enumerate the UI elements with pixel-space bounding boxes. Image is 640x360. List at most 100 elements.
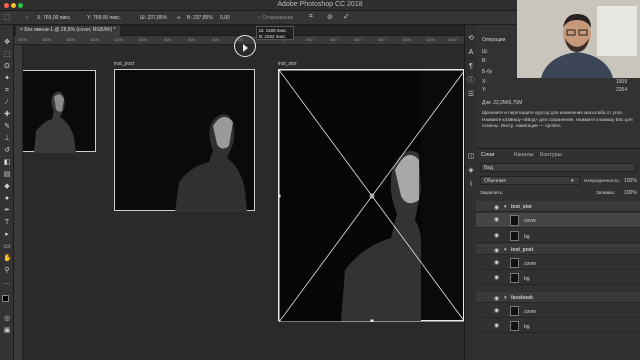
info-icon[interactable]: ⓘ bbox=[467, 77, 475, 85]
opacity-label: Непрозрачность: bbox=[584, 178, 621, 183]
zoom-tool-icon[interactable]: ⚲ bbox=[3, 267, 11, 275]
stamp-tool-icon[interactable]: ⊥ bbox=[3, 135, 11, 143]
properties-icon[interactable]: ☰ bbox=[467, 91, 475, 99]
layers-icon[interactable]: ◫ bbox=[467, 153, 475, 161]
layer-row[interactable]: ◉ bg bbox=[476, 319, 640, 333]
visibility-eye-icon[interactable]: ◉ bbox=[494, 247, 499, 254]
height-label: В: bbox=[482, 58, 487, 64]
height-field[interactable]: В: 237,85% bbox=[187, 15, 213, 21]
document-tab-label: Без имени-1 @ 28,6% (cover, RGB/8#) * bbox=[24, 27, 116, 33]
y-field[interactable]: Y: 769,00 пикс. bbox=[87, 15, 121, 21]
brush-tool-icon[interactable]: ✎ bbox=[3, 123, 11, 131]
healing-brush-tool-icon[interactable]: ✚ bbox=[3, 111, 11, 119]
visibility-eye-icon[interactable]: ◉ bbox=[494, 322, 499, 329]
dodge-tool-icon[interactable]: ● bbox=[3, 195, 11, 203]
layer-row[interactable]: ◉ bg bbox=[476, 271, 640, 285]
ruler-label: 2000 bbox=[18, 37, 27, 42]
expand-chevron-icon[interactable]: ▾ bbox=[504, 247, 507, 253]
artboard-facebook[interactable] bbox=[23, 70, 96, 153]
layer-filter[interactable]: Вид bbox=[480, 163, 636, 172]
layer-thumbnail bbox=[510, 273, 519, 283]
document-size: Док: 22,2M/6,75M bbox=[482, 100, 523, 106]
foreground-color-swatch[interactable] bbox=[2, 295, 9, 302]
expand-chevron-icon[interactable]: ▾ bbox=[504, 204, 507, 210]
document-tab[interactable]: × Без имени-1 @ 28,6% (cover, RGB/8#) * bbox=[16, 26, 120, 36]
lasso-tool-icon[interactable]: ʘ bbox=[3, 63, 11, 71]
layer-group-row[interactable]: ◉ ▾ facebook bbox=[476, 292, 640, 303]
tooltip-height: В: 2262 пикс. bbox=[259, 33, 287, 39]
layer-row[interactable]: ◉ cover bbox=[476, 256, 640, 270]
gradient-tool-icon[interactable]: ▤ bbox=[3, 171, 11, 179]
vertical-ruler[interactable] bbox=[14, 45, 23, 360]
ruler-label: 200 bbox=[306, 37, 313, 42]
pen-tool-icon[interactable]: ✒ bbox=[3, 207, 11, 215]
magic-wand-tool-icon[interactable]: ✦ bbox=[3, 75, 11, 83]
transform-hint: Щелкните и перетащите курсор для изменен… bbox=[482, 110, 633, 128]
fill-field[interactable]: 100% bbox=[624, 190, 637, 196]
history-icon[interactable]: ⟲ bbox=[467, 35, 475, 43]
crop-tool-icon[interactable]: ⌗ bbox=[3, 87, 11, 95]
visibility-eye-icon[interactable]: ◉ bbox=[494, 295, 499, 302]
screen-mode-icon[interactable]: ▣ bbox=[3, 327, 11, 335]
x-field[interactable]: X: 769,00 пикс. bbox=[37, 15, 71, 21]
transform-tool-icon[interactable]: ⬚ bbox=[4, 13, 11, 21]
visibility-eye-icon[interactable]: ◉ bbox=[494, 307, 499, 314]
layer-row-selected[interactable]: ◉ cover bbox=[476, 213, 640, 228]
collapsed-panels-strip: ⟲ A ¶ ⓘ ☰ ◫ ◈ ⌇ bbox=[464, 25, 476, 360]
link-icon[interactable]: ∞ bbox=[177, 15, 181, 21]
history-brush-tool-icon[interactable]: ↺ bbox=[3, 147, 11, 155]
artboard-inst-post[interactable] bbox=[114, 69, 255, 212]
paragraph-icon[interactable]: ¶ bbox=[467, 63, 475, 71]
ruler-label: 800 bbox=[378, 37, 385, 42]
tab-paths[interactable]: Контуры bbox=[540, 152, 562, 158]
move-tool-icon[interactable]: ✥ bbox=[3, 39, 11, 47]
width-field[interactable]: Ш: 237,85% bbox=[140, 15, 167, 21]
ruler-label: 1400 bbox=[90, 37, 99, 42]
eyedropper-tool-icon[interactable]: ⁄ bbox=[3, 99, 11, 107]
expand-chevron-icon[interactable]: ▾ bbox=[504, 295, 507, 301]
artboard-inst-stor[interactable] bbox=[277, 68, 464, 323]
blend-mode-select[interactable]: Обычные ▾ bbox=[480, 176, 580, 185]
ruler-label: 1200 bbox=[426, 37, 435, 42]
eraser-tool-icon[interactable]: ◧ bbox=[3, 159, 11, 167]
visibility-eye-icon[interactable]: ◉ bbox=[494, 216, 499, 223]
ruler-label: 600 bbox=[188, 37, 195, 42]
type-tool-icon[interactable]: T bbox=[3, 219, 11, 227]
portrait-photo-story bbox=[277, 68, 464, 323]
layer-row[interactable]: ◉ cover bbox=[476, 304, 640, 318]
cancel-transform-icon[interactable]: ⊘ bbox=[327, 13, 333, 21]
character-icon[interactable]: A bbox=[467, 49, 475, 57]
layer-row[interactable]: ◉ bg bbox=[476, 229, 640, 243]
commit-transform-icon[interactable]: ✓ bbox=[343, 12, 350, 21]
marquee-tool-icon[interactable]: ⬚ bbox=[3, 51, 11, 59]
paths-icon[interactable]: ⌇ bbox=[467, 181, 475, 189]
more-tools-icon[interactable]: … bbox=[3, 279, 11, 287]
layer-thumbnail bbox=[510, 215, 519, 226]
layer-group-row[interactable]: ◉ ▾ inst_post bbox=[476, 244, 640, 255]
reference-point-icon[interactable]: ⁘ bbox=[25, 15, 29, 21]
quick-mask-icon[interactable]: ◎ bbox=[3, 315, 11, 323]
blur-tool-icon[interactable]: ◆ bbox=[3, 183, 11, 191]
webcam-overlay bbox=[517, 0, 640, 78]
angle-field[interactable]: 0,00 bbox=[220, 15, 230, 21]
channels-icon[interactable]: ◈ bbox=[467, 167, 475, 175]
tab-channels[interactable]: Каналы bbox=[514, 152, 534, 158]
artboard-label-story[interactable]: inst_stor bbox=[278, 61, 297, 67]
layer-group-row[interactable]: ◉ ▾ inst_stor bbox=[476, 201, 640, 212]
filter-kind: Вид bbox=[484, 165, 494, 171]
visibility-eye-icon[interactable]: ◉ bbox=[494, 232, 499, 239]
opacity-field[interactable]: 100% bbox=[624, 178, 637, 184]
shape-tool-icon[interactable]: ▭ bbox=[3, 243, 11, 251]
visibility-eye-icon[interactable]: ◉ bbox=[494, 259, 499, 266]
interpolation-option[interactable]: ○ Сглаживание bbox=[258, 15, 293, 21]
visibility-eye-icon[interactable]: ◉ bbox=[494, 274, 499, 281]
path-selection-tool-icon[interactable]: ▸ bbox=[3, 231, 11, 239]
hand-tool-icon[interactable]: ✋ bbox=[3, 255, 12, 263]
warp-icon[interactable]: ⌗ bbox=[309, 13, 313, 21]
tab-layers[interactable]: Слои bbox=[481, 152, 494, 158]
document-canvas[interactable]: inst_post inst_stor bbox=[23, 45, 464, 360]
visibility-eye-icon[interactable]: ◉ bbox=[494, 204, 499, 211]
layer-name: inst_stor bbox=[511, 204, 533, 210]
layer-name: inst_post bbox=[511, 247, 534, 253]
artboard-label-post[interactable]: inst_post bbox=[114, 61, 134, 67]
